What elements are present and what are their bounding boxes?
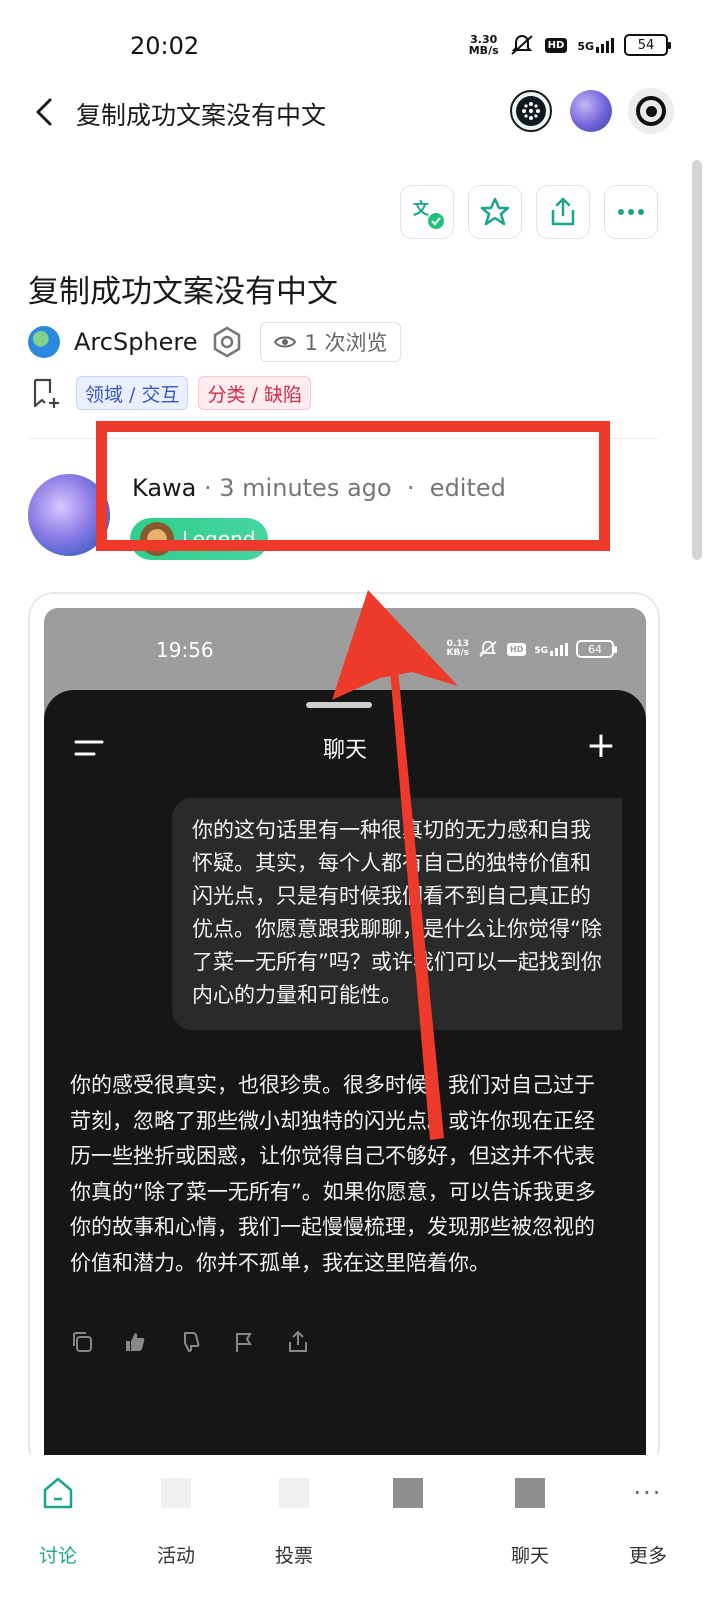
mute-icon xyxy=(510,34,533,55)
author-row: ArcSphere 1 次浏览 xyxy=(28,322,401,362)
embedded-screenshot: 19:56 0.13 KB/s HD 5G 64 聊天 + 你的这句话里有一种很… xyxy=(44,608,646,1470)
chat-icon xyxy=(512,1475,548,1511)
activity-icon xyxy=(158,1475,194,1511)
post-title: 复制成功文案没有中文 xyxy=(28,274,338,310)
upload-icon xyxy=(289,1330,307,1352)
embedded-status-indicators: 0.13 KB/s HD 5G 64 xyxy=(447,640,617,658)
blurred-icon xyxy=(390,1475,426,1511)
nav-discussion[interactable]: 讨论 xyxy=(8,1475,108,1585)
copy-icon xyxy=(73,1332,92,1352)
share-button[interactable] xyxy=(536,185,590,239)
flag-icon xyxy=(236,1333,252,1352)
nav-vote[interactable]: 投票 xyxy=(244,1475,344,1585)
vote-icon xyxy=(276,1475,312,1511)
ai-assistant-icon[interactable] xyxy=(510,90,552,132)
network-speed: 3.30 MB/s xyxy=(468,33,499,57)
chat-title: 聊天 xyxy=(322,738,367,763)
status-time: 20:02 xyxy=(130,32,200,60)
scrollbar[interactable] xyxy=(692,160,702,560)
reply-actions xyxy=(70,1330,310,1354)
eye-icon xyxy=(273,336,296,348)
battery-icon: 54 xyxy=(624,34,671,56)
embedded-status-time: 19:56 xyxy=(156,638,214,662)
battery-icon: 64 xyxy=(576,640,617,658)
header-title: 复制成功文案没有中文 xyxy=(76,101,327,130)
user-avatar[interactable] xyxy=(570,90,612,132)
back-arrow-icon[interactable] xyxy=(30,94,64,130)
hexagon-badge-icon xyxy=(213,326,240,358)
share-icon xyxy=(551,197,575,226)
nav-activity[interactable]: 活动 xyxy=(126,1475,226,1585)
thumbs-down-icon xyxy=(184,1332,200,1353)
translate-button[interactable]: 文 xyxy=(400,185,454,239)
plus-icon: + xyxy=(585,725,616,766)
signal-icon: 5G xyxy=(577,37,614,53)
tag-category[interactable]: 分类 / 缺陷 xyxy=(198,376,311,410)
embedded-image-card[interactable]: 19:56 0.13 KB/s HD 5G 64 聊天 + 你的这句话里有一种很… xyxy=(28,592,660,1472)
status-bar: 20:02 3.30 MB/s HD 5G 54 xyxy=(0,0,720,90)
ai-reply-text: 你的感受很真实，也很珍贵。很多时候，我们对自己过于苛刻，忽略了那些微小却独特的闪… xyxy=(70,1073,596,1275)
translate-icon: 文 xyxy=(413,199,444,229)
nav-chat[interactable]: 聊天 xyxy=(480,1475,580,1585)
signal-icon: 5G xyxy=(534,642,568,656)
nav-blurred-item[interactable] xyxy=(358,1475,458,1585)
grab-handle xyxy=(306,702,372,708)
star-icon xyxy=(480,197,510,226)
more-options-button[interactable] xyxy=(604,185,658,239)
svg-text:文: 文 xyxy=(413,199,430,218)
record-icon[interactable] xyxy=(628,88,674,134)
status-indicators: 3.30 MB/s HD 5G 54 xyxy=(468,33,671,57)
bookmark-add-icon[interactable] xyxy=(28,376,62,410)
bottom-nav: 讨论 活动 投票 聊天 ··· 更多 xyxy=(0,1455,720,1600)
author-name[interactable]: ArcSphere xyxy=(74,328,198,356)
nav-more[interactable]: ··· 更多 xyxy=(598,1475,698,1585)
chat-panel: 聊天 + 你的这句话里有一种很真切的无力感和自我怀疑。其实，每个人都有自己的独特… xyxy=(44,690,646,1470)
user-message-bubble: 你的这句话里有一种很真切的无力感和自我怀疑。其实，每个人都有自己的独特价值和闪光… xyxy=(172,798,622,1030)
home-icon xyxy=(40,1475,76,1511)
tag-domain[interactable]: 领域 / 交互 xyxy=(76,376,189,410)
more-icon: ··· xyxy=(633,1479,663,1507)
annotation-highlight-box xyxy=(96,421,610,551)
thumbs-up-icon xyxy=(126,1333,145,1351)
more-icon xyxy=(618,209,644,215)
tags-row: 领域 / 交互 分类 / 缺陷 xyxy=(28,376,311,410)
mute-icon xyxy=(479,640,497,657)
view-count: 1 次浏览 xyxy=(259,322,401,362)
favorite-button[interactable] xyxy=(468,185,522,239)
hd-badge: HD xyxy=(544,37,568,53)
globe-icon xyxy=(28,326,60,358)
app-header: 复制成功文案没有中文 xyxy=(0,80,720,144)
